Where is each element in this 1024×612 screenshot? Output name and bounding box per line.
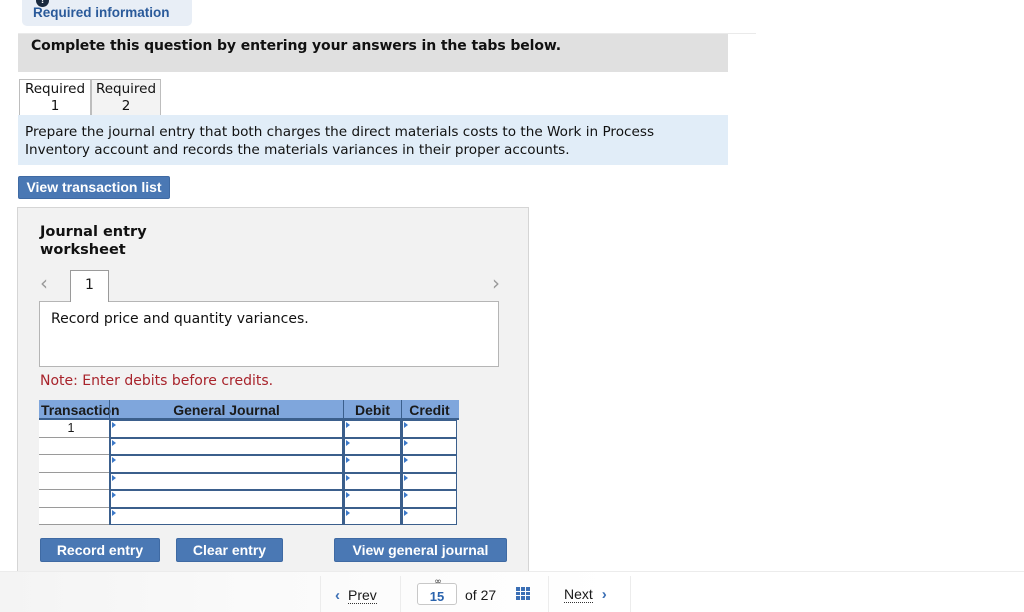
next-button[interactable]: Next › — [564, 586, 607, 603]
account-input[interactable] — [109, 420, 343, 438]
journal-row: 1 — [39, 420, 459, 438]
tab-label-line2: 2 — [121, 98, 131, 114]
link-icon: ∞ — [434, 577, 442, 587]
transaction-cell — [39, 472, 109, 490]
next-label: Next — [564, 586, 593, 603]
entry-description: Record price and quantity variances. — [51, 311, 309, 327]
next-entry-chevron-icon[interactable]: › — [492, 271, 500, 295]
chevron-right-icon: › — [601, 586, 607, 603]
account-input[interactable] — [109, 437, 343, 455]
view-transaction-list-button[interactable]: View transaction list — [18, 176, 170, 199]
chevron-left-icon: ‹ — [335, 587, 340, 604]
journal-table-header: Transaction General Journal Debit Credit — [39, 400, 459, 420]
entry-tab-1[interactable]: 1 — [70, 270, 109, 302]
record-entry-button[interactable]: Record entry — [40, 538, 160, 562]
debit-input[interactable] — [343, 472, 401, 490]
credit-input[interactable] — [401, 472, 457, 490]
journal-row — [39, 437, 459, 455]
credit-input[interactable] — [401, 490, 457, 508]
tab-required-2[interactable]: Required 2 — [91, 79, 161, 115]
worksheet-title: Journal entry worksheet — [40, 223, 147, 259]
journal-row — [39, 507, 459, 525]
prev-entry-chevron-icon[interactable]: ‹ — [40, 271, 48, 295]
prev-button[interactable]: ‹ Prev — [335, 587, 377, 604]
tab-label-line1: Required — [95, 81, 157, 97]
entry-description-box: Record price and quantity variances. — [39, 301, 499, 367]
prompt-text: Prepare the journal entry that both char… — [25, 124, 655, 158]
worksheet-title-line1: Journal entry — [40, 224, 147, 240]
transaction-cell — [39, 490, 109, 508]
divider — [320, 576, 321, 612]
debit-input[interactable] — [343, 507, 401, 525]
divider — [548, 576, 549, 612]
credit-input[interactable] — [401, 437, 457, 455]
divider — [400, 576, 401, 612]
header-transaction: Transaction — [41, 402, 120, 418]
transaction-cell: 1 — [39, 420, 109, 438]
debit-input[interactable] — [343, 437, 401, 455]
account-input[interactable] — [109, 507, 343, 525]
header-general-journal: General Journal — [109, 400, 343, 418]
tab-label-line2: 1 — [50, 98, 60, 114]
grid-icon[interactable] — [516, 587, 530, 600]
clear-entry-button[interactable]: Clear entry — [176, 538, 283, 562]
journal-row — [39, 490, 459, 508]
journal-table: Transaction General Journal Debit Credit… — [39, 400, 459, 525]
credit-input[interactable] — [401, 507, 457, 525]
debit-input[interactable] — [343, 420, 401, 438]
prev-label: Prev — [348, 587, 377, 604]
account-input[interactable] — [109, 490, 343, 508]
debit-input[interactable] — [343, 490, 401, 508]
required-information-label: Required information — [33, 5, 170, 20]
account-input[interactable] — [109, 455, 343, 473]
question-prompt: Prepare the journal entry that both char… — [18, 115, 728, 165]
requirement-tabs: Required 1 Required 2 — [19, 79, 161, 115]
journal-entry-worksheet: Journal entry worksheet ‹ 1 › Record pri… — [17, 207, 529, 577]
tab-label-line1: Required — [24, 81, 86, 97]
page-total: of 27 — [465, 587, 497, 603]
journal-row — [39, 455, 459, 473]
tab-required-1[interactable]: Required 1 — [19, 79, 91, 115]
required-information-banner: ! Required information — [22, 0, 192, 26]
account-input[interactable] — [109, 472, 343, 490]
credit-input[interactable] — [401, 420, 457, 438]
header-credit: Credit — [401, 400, 457, 418]
pagination-footer: ‹ Prev — [0, 571, 1024, 612]
journal-row — [39, 472, 459, 490]
debit-credit-note: Note: Enter debits before credits. — [40, 373, 274, 389]
transaction-cell — [39, 507, 109, 525]
view-general-journal-button[interactable]: View general journal — [334, 538, 507, 562]
transaction-cell — [39, 455, 109, 473]
debit-input[interactable] — [343, 455, 401, 473]
instruction-text: Complete this question by entering your … — [31, 38, 562, 54]
header-debit: Debit — [343, 400, 401, 418]
credit-input[interactable] — [401, 455, 457, 473]
transaction-cell — [39, 437, 109, 455]
divider — [630, 576, 631, 612]
instruction-bar: Complete this question by entering your … — [18, 34, 728, 72]
worksheet-title-line2: worksheet — [40, 242, 126, 258]
